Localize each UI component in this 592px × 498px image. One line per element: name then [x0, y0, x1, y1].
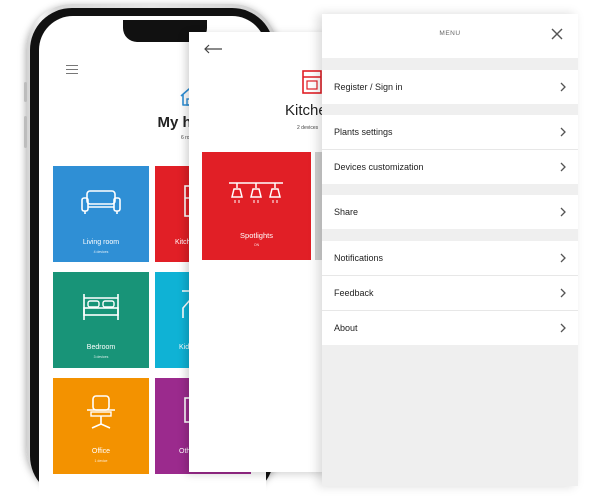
menu-title: MENU — [439, 30, 461, 37]
device-label: Spotlights — [240, 231, 273, 240]
back-arrow-icon[interactable] — [203, 44, 223, 54]
room-label: Bedroom — [86, 344, 116, 351]
room-tile-bedroom[interactable]: Bedroom 3 devices — [53, 272, 149, 368]
room-label: Living room — [82, 239, 120, 246]
room-tile-living-room[interactable]: Living room 4 devices — [53, 166, 149, 262]
menu-item-label: Devices customization — [334, 162, 424, 172]
menu-panel: MENU Register / Sign in Plants settings … — [322, 14, 578, 486]
device-tile-spotlights[interactable]: Spotlights ON — [202, 152, 311, 260]
chevron-right-icon — [560, 127, 566, 137]
bed-icon — [81, 292, 121, 322]
menu-item-label: Notifications — [334, 253, 384, 263]
room-label: Office — [91, 448, 111, 455]
office-chair-icon — [82, 394, 120, 432]
menu-item-plants-settings[interactable]: Plants settings — [322, 115, 578, 149]
menu-item-notifications[interactable]: Notifications — [322, 241, 578, 275]
chevron-right-icon — [560, 323, 566, 333]
menu-item-label: Feedback — [334, 288, 374, 298]
sofa-icon — [80, 188, 122, 216]
menu-item-share[interactable]: Share — [322, 195, 578, 229]
chevron-right-icon — [560, 288, 566, 298]
menu-item-feedback[interactable]: Feedback — [322, 276, 578, 310]
menu-item-about[interactable]: About — [322, 311, 578, 345]
chevron-right-icon — [560, 82, 566, 92]
menu-item-label: Register / Sign in — [334, 82, 403, 92]
menu-item-label: Plants settings — [334, 127, 393, 137]
menu-item-register-sign-in[interactable]: Register / Sign in — [322, 70, 578, 104]
menu-item-label: About — [334, 323, 358, 333]
room-device-count: 4 devices — [93, 250, 109, 254]
menu-item-label: Share — [334, 207, 359, 217]
page-subtitle: 2 devices — [297, 125, 319, 131]
chevron-right-icon — [560, 162, 566, 172]
menu-item-devices-customization[interactable]: Devices customization — [322, 150, 578, 184]
room-tile-office[interactable]: Office 1 device — [53, 378, 149, 474]
chevron-right-icon — [560, 253, 566, 263]
phone-side-button — [24, 116, 27, 148]
close-icon[interactable] — [551, 28, 563, 40]
room-device-count: 1 device — [94, 459, 108, 463]
spotlights-icon — [227, 180, 285, 204]
hamburger-menu-icon[interactable] — [66, 65, 78, 74]
chevron-right-icon — [560, 207, 566, 217]
device-status: ON — [253, 243, 260, 247]
menu-header: MENU — [322, 14, 578, 58]
room-device-count: 3 devices — [93, 355, 109, 359]
phone-side-button — [24, 82, 27, 102]
kitchen-icon — [301, 69, 323, 95]
kitchen-screen: Kitchen 2 devices Spot — [189, 32, 329, 472]
